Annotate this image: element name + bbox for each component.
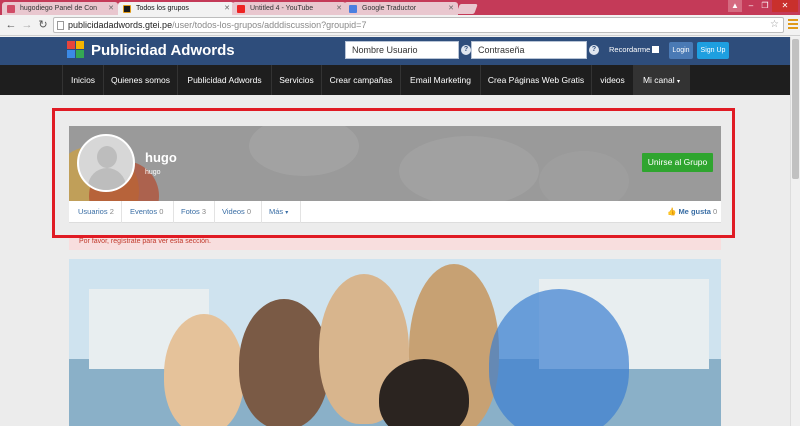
browser-tab[interactable]: Google Traductor ✕: [344, 2, 458, 15]
hero-image: [69, 259, 721, 426]
nav-item-label: Mi canal: [642, 75, 675, 85]
close-icon[interactable]: ✕: [108, 2, 114, 15]
browser-tab-title: Google Traductor: [362, 5, 417, 12]
user-icon[interactable]: ▲: [728, 0, 742, 12]
highlight-box: [52, 108, 735, 238]
new-tab-button[interactable]: [456, 4, 478, 14]
nav-item-videos[interactable]: videos: [592, 65, 634, 95]
nav-item-servicios[interactable]: Servicios: [272, 65, 322, 95]
browser-tab-title: hugodiego Panel de Con: [20, 5, 98, 12]
minimize-icon[interactable]: –: [744, 0, 758, 12]
login-button[interactable]: Login: [669, 42, 693, 59]
site-favicon-icon: [7, 5, 15, 13]
nav-item-quienes-somos[interactable]: Quienes somos: [104, 65, 178, 95]
reload-icon[interactable]: ↻: [36, 18, 50, 32]
signup-button[interactable]: Sign Up: [697, 42, 729, 59]
url-host: publicidadadwords.gtei.pe: [68, 20, 173, 30]
remember-me[interactable]: Recordarme: [609, 45, 660, 55]
youtube-icon: [237, 5, 245, 13]
scrollbar-thumb[interactable]: [792, 39, 799, 179]
password-field[interactable]: Contraseña: [471, 41, 587, 59]
nav-item-publicidad-adwords[interactable]: Publicidad Adwords: [178, 65, 272, 95]
site-header: Publicidad Adwords Nombre Usuario ? Cont…: [0, 37, 790, 65]
browser-tab-title: Untitled 4 - YouTube: [250, 5, 314, 12]
nav-item-inicios[interactable]: Inicios: [62, 65, 104, 95]
remember-checkbox[interactable]: [652, 46, 660, 53]
site-favicon-icon: [123, 5, 131, 13]
nav-item-crear-campanas[interactable]: Crear campañas: [322, 65, 401, 95]
browser-tab[interactable]: hugodiego Panel de Con ✕: [2, 2, 118, 15]
url-path: /user/todos-los-grupos/adddiscussion?gro…: [172, 20, 367, 30]
main-nav: Inicios Quienes somos Publicidad Adwords…: [0, 65, 790, 95]
url-input[interactable]: publicidadadwords.gtei.pe/user/todos-los…: [53, 17, 784, 33]
browser-tab-strip: hugodiego Panel de Con ✕ Todos los grupo…: [0, 0, 800, 15]
browser-tab[interactable]: Todos los grupos ✕: [118, 2, 234, 15]
address-bar: ← → ↻ publicidadadwords.gtei.pe/user/tod…: [0, 15, 800, 36]
browser-menu-icon[interactable]: [788, 19, 798, 31]
translate-icon: [349, 5, 357, 13]
close-icon[interactable]: ✕: [224, 2, 230, 15]
close-window-icon[interactable]: ✕: [772, 0, 798, 12]
nav-item-mi-canal[interactable]: Mi canal ▾: [634, 65, 690, 95]
alert-message: Por favor, regístrate para ver esta secc…: [69, 238, 721, 250]
site-logo-text[interactable]: Publicidad Adwords: [91, 41, 235, 61]
forward-arrow-icon[interactable]: →: [20, 18, 34, 32]
nav-item-crea-paginas-web-gratis[interactable]: Crea Páginas Web Gratis: [481, 65, 592, 95]
close-icon[interactable]: ✕: [448, 2, 454, 15]
remember-label: Recordarme: [609, 45, 651, 54]
page-icon: [57, 21, 64, 30]
back-arrow-icon[interactable]: ←: [4, 18, 18, 32]
caret-down-icon: ▾: [677, 79, 681, 85]
logo-icon: [67, 41, 84, 58]
nav-item-email-marketing[interactable]: Email Marketing: [401, 65, 481, 95]
browser-tab[interactable]: Untitled 4 - YouTube ✕: [232, 2, 346, 15]
close-icon[interactable]: ✕: [336, 2, 342, 15]
username-field[interactable]: Nombre Usuario: [345, 41, 459, 59]
help-icon[interactable]: ?: [461, 45, 471, 55]
restore-icon[interactable]: ❐: [758, 0, 772, 12]
help-icon[interactable]: ?: [589, 45, 599, 55]
browser-tab-title: Todos los grupos: [136, 5, 189, 12]
bookmark-star-icon[interactable]: ☆: [770, 18, 779, 32]
page-scrollbar[interactable]: [790, 37, 800, 426]
